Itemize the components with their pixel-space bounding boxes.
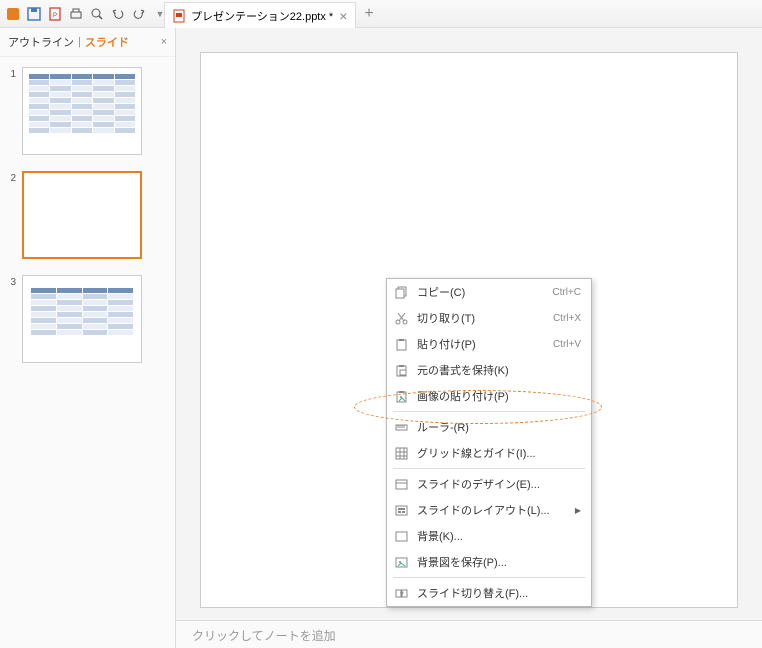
thumbnail-1[interactable] [22, 67, 142, 155]
sidebar-tabs: アウトライン | スライド × [0, 28, 175, 57]
preview-icon[interactable] [88, 5, 106, 23]
thumbnail-list: 1 2 3 [0, 57, 175, 389]
menu-label: 背景図を保存(P)... [417, 554, 581, 570]
menu-background[interactable]: 背景(K)... [387, 523, 591, 549]
menu-label: 画像の貼り付け(P) [417, 388, 581, 404]
thumbnail-3[interactable] [22, 275, 142, 363]
thumbnail-number: 2 [6, 171, 16, 184]
design-icon [393, 476, 409, 492]
sidebar-close-icon[interactable]: × [161, 36, 167, 48]
thumbnail-number: 3 [6, 275, 16, 288]
menu-paste-format[interactable]: 元の書式を保持(K) [387, 357, 591, 383]
presentation-file-icon [173, 9, 185, 23]
thumbnail-2[interactable] [22, 171, 142, 259]
menu-label: 貼り付け(P) [417, 336, 545, 352]
pdf-icon[interactable]: P [46, 5, 64, 23]
menu-layout[interactable]: スライドのレイアウト(L)... ▶ [387, 497, 591, 523]
menu-label: 切り取り(T) [417, 310, 545, 326]
main-area: アウトライン | スライド × 1 [0, 28, 762, 648]
cut-icon [393, 310, 409, 326]
menu-save-background[interactable]: 背景図を保存(P)... [387, 549, 591, 575]
ruler-icon [393, 419, 409, 435]
notes-placeholder[interactable]: クリックしてノートを追加 [176, 620, 762, 648]
menu-label: 元の書式を保持(K) [417, 362, 581, 378]
menu-grid[interactable]: グリッド線とガイド(I)... [387, 440, 591, 466]
context-menu: コピー(C) Ctrl+C 切り取り(T) Ctrl+X 貼り付け(P) Ctr… [386, 278, 592, 607]
tab-outline[interactable]: アウトライン [8, 34, 74, 50]
menu-design[interactable]: スライドのデザイン(E)... [387, 471, 591, 497]
menu-paste-image[interactable]: 画像の貼り付け(P) [387, 383, 591, 409]
app-icon[interactable] [4, 5, 22, 23]
save-bg-icon [393, 554, 409, 570]
svg-text:P: P [53, 13, 57, 19]
menu-label: スライドのデザイン(E)... [417, 476, 581, 492]
menu-transition[interactable]: スライド切り替え(F)... [387, 580, 591, 606]
menu-label: コピー(C) [417, 284, 544, 300]
menu-label: グリッド線とガイド(I)... [417, 445, 581, 461]
thumbnail-number: 1 [6, 67, 16, 80]
menu-shortcut: Ctrl+X [553, 313, 581, 324]
menu-paste[interactable]: 貼り付け(P) Ctrl+V [387, 331, 591, 357]
print-icon[interactable] [67, 5, 85, 23]
paste-image-icon [393, 388, 409, 404]
file-tab-name: プレゼンテーション22.pptx * [191, 8, 333, 24]
file-tab-bar: プレゼンテーション22.pptx * × + [160, 0, 374, 28]
menu-shortcut: Ctrl+C [552, 287, 581, 298]
paste-icon [393, 336, 409, 352]
menu-cut[interactable]: 切り取り(T) Ctrl+X [387, 305, 591, 331]
menu-label: 背景(K)... [417, 528, 581, 544]
menu-label: スライド切り替え(F)... [417, 585, 581, 601]
thumbnail-row: 1 [6, 67, 169, 155]
sidebar: アウトライン | スライド × 1 [0, 28, 176, 648]
redo-icon[interactable] [130, 5, 148, 23]
file-tab[interactable]: プレゼンテーション22.pptx * × [164, 2, 356, 28]
tab-divider: | [78, 36, 81, 48]
copy-icon [393, 284, 409, 300]
thumbnail-row: 2 [6, 171, 169, 259]
thumbnail-row: 3 [6, 275, 169, 363]
new-tab-button[interactable]: + [364, 5, 373, 23]
grid-icon [393, 445, 409, 461]
layout-icon [393, 502, 409, 518]
tab-slide[interactable]: スライド [85, 34, 129, 50]
menu-label: スライドのレイアウト(L)... [417, 502, 567, 518]
menu-separator [393, 577, 585, 578]
menu-shortcut: Ctrl+V [553, 339, 581, 350]
menu-separator [393, 411, 585, 412]
menu-copy[interactable]: コピー(C) Ctrl+C [387, 279, 591, 305]
menu-label: ルーラ-(R) [417, 419, 581, 435]
paste-format-icon [393, 362, 409, 378]
transition-icon [393, 585, 409, 601]
menu-ruler[interactable]: ルーラ-(R) [387, 414, 591, 440]
menu-separator [393, 468, 585, 469]
save-icon[interactable] [25, 5, 43, 23]
toolbar: P ▼ [0, 0, 762, 28]
background-icon [393, 528, 409, 544]
close-tab-icon[interactable]: × [339, 8, 347, 24]
submenu-arrow-icon: ▶ [575, 506, 581, 515]
undo-icon[interactable] [109, 5, 127, 23]
